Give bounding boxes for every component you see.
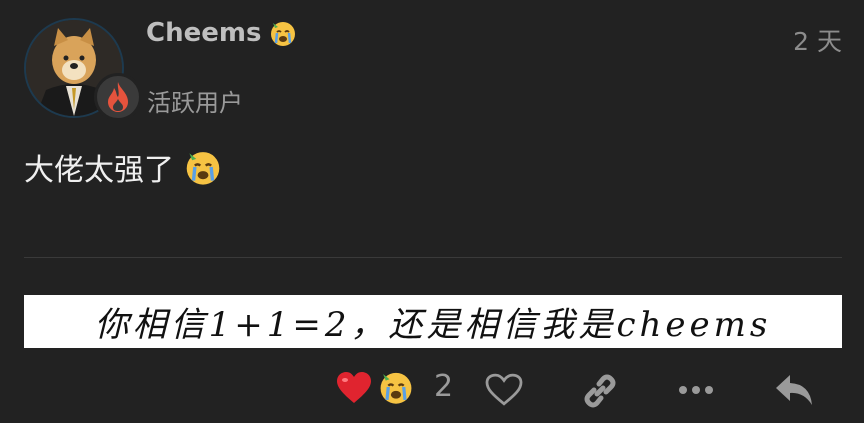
post-body-text: 大佬太强了 <box>24 153 174 188</box>
crying-emoji-icon[interactable] <box>378 369 414 405</box>
user-title: 活跃用户 <box>147 89 243 117</box>
like-icon[interactable] <box>484 373 524 407</box>
post-actions: 2 <box>0 365 864 415</box>
more-icon[interactable] <box>676 375 716 405</box>
reply-icon[interactable] <box>774 371 816 409</box>
crying-emoji-icon <box>271 22 296 46</box>
heart-emoji-icon[interactable] <box>336 371 372 405</box>
user-flair-flame-icon <box>94 73 142 121</box>
crying-emoji-icon <box>186 152 220 185</box>
post-image-text: 你相信1+1=2，还是相信我是cheems <box>94 305 772 345</box>
divider <box>24 257 842 258</box>
reaction-count[interactable]: 2 <box>434 369 453 404</box>
link-icon[interactable] <box>580 371 620 411</box>
post-body: 大佬太强了 <box>24 145 222 189</box>
username[interactable]: Cheems <box>146 18 297 48</box>
post-image[interactable]: 你相信1+1=2，还是相信我是cheems <box>24 295 842 348</box>
username-text[interactable]: Cheems <box>146 18 261 48</box>
post-date[interactable]: 2 天 <box>793 22 842 58</box>
